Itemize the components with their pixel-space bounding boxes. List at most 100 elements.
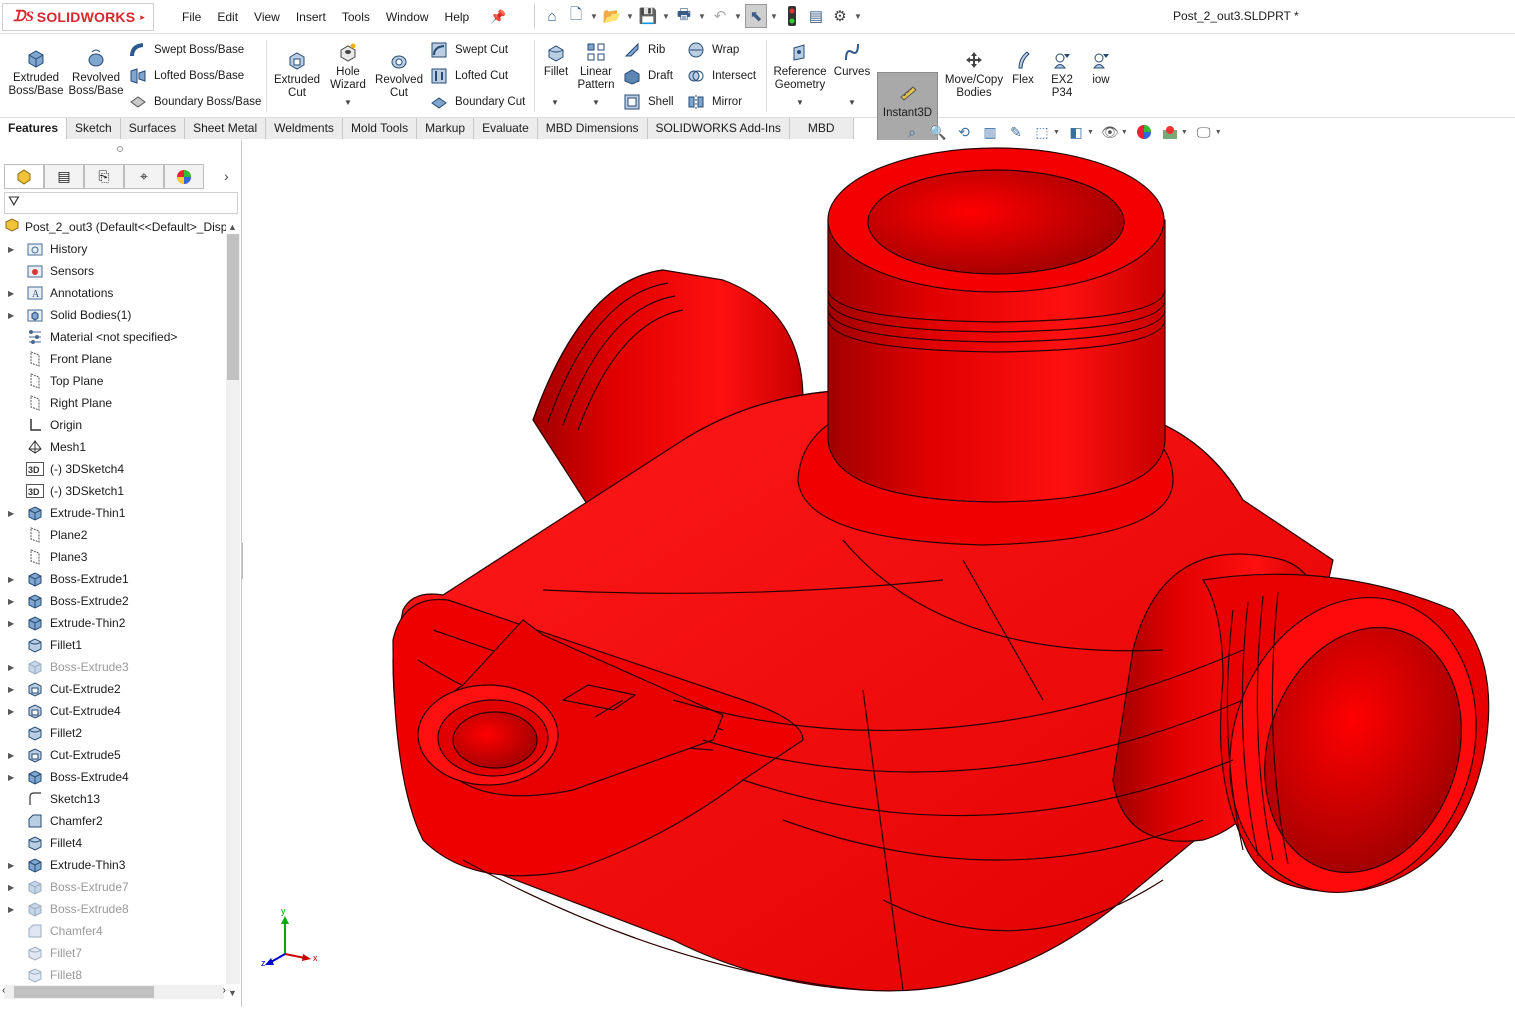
display-style-dropdown-icon[interactable]: ▼ (1087, 129, 1094, 136)
tab-features[interactable]: Features (0, 118, 68, 139)
tab-mbd[interactable]: MBD (789, 118, 854, 139)
boundary-boss-button[interactable]: Boundary Boss/Base (128, 92, 261, 112)
zoom-to-area-icon[interactable]: 🔍 (928, 122, 948, 142)
scroll-left-icon[interactable]: ‹ (2, 985, 5, 996)
open-icon[interactable]: 📂 (601, 4, 623, 28)
tree-item[interactable]: Plane3 (0, 546, 226, 568)
tree-item[interactable]: Sketch13 (0, 788, 226, 810)
dynamic-annotation-icon[interactable]: ✎ (1006, 122, 1026, 142)
scroll-thumb[interactable] (227, 234, 239, 380)
tab-evaluate[interactable]: Evaluate (474, 118, 538, 139)
panel-grip-icon[interactable] (117, 146, 123, 152)
tab-solidworks-addins[interactable]: SOLIDWORKS Add-Ins (647, 118, 790, 139)
tree-item[interactable]: Material <not specified> (0, 326, 226, 348)
tree-item[interactable]: Right Plane (0, 392, 226, 414)
tree-item[interactable]: ▶ A Annotations (0, 282, 226, 304)
pattern-dropdown-icon[interactable]: ▼ (592, 98, 600, 107)
tree-item[interactable]: Mesh1 (0, 436, 226, 458)
tree-item[interactable]: ▶ Solid Bodies(1) (0, 304, 226, 326)
tab-sketch[interactable]: Sketch (67, 118, 121, 139)
scene-dropdown-icon[interactable]: ▼ (1181, 129, 1188, 136)
home-icon[interactable]: ⌂ (541, 4, 563, 28)
select-dropdown-icon[interactable]: ▼ (769, 12, 779, 21)
intersect-button[interactable]: Intersect (686, 66, 756, 86)
tree-root-part[interactable]: Post_2_out3 (Default<<Default>_Display S… (4, 217, 226, 236)
undo-dropdown-icon[interactable]: ▼ (733, 12, 743, 21)
curves-button[interactable]: Curves (830, 40, 874, 79)
tree-item[interactable]: ▶ Cut-Extrude5 (0, 744, 226, 766)
expand-arrow-icon[interactable]: ▶ (8, 245, 14, 254)
boundary-cut-button[interactable]: Boundary Cut (429, 92, 525, 112)
tree-item[interactable]: Plane2 (0, 524, 226, 546)
iow-button[interactable]: iow (1086, 48, 1116, 87)
expand-arrow-icon[interactable]: ▶ (8, 509, 14, 518)
tree-item[interactable]: Fillet8 (0, 964, 226, 986)
fillet-button[interactable]: Fillet (538, 40, 574, 79)
ex2p34-button[interactable]: EX2 P34 (1040, 48, 1084, 100)
expand-arrow-icon[interactable]: ▶ (8, 619, 14, 628)
extruded-cut-button[interactable]: Extruded Cut (268, 48, 326, 100)
menu-tools[interactable]: Tools (334, 10, 378, 24)
tree-vertical-scrollbar[interactable]: ▲ ▼ (226, 222, 240, 998)
reference-geometry-button[interactable]: Reference Geometry (770, 40, 830, 92)
tree-item[interactable]: Origin (0, 414, 226, 436)
tree-item[interactable]: ▶ Boss-Extrude2 (0, 590, 226, 612)
scroll-right-icon[interactable]: › (223, 985, 226, 996)
hole-wizard-dropdown-icon[interactable]: ▼ (344, 98, 352, 107)
tab-mold-tools[interactable]: Mold Tools (342, 118, 418, 139)
zoom-to-fit-icon[interactable]: ⌕ (902, 122, 922, 142)
tree-item[interactable]: Sensors (0, 260, 226, 282)
move-copy-bodies-button[interactable]: Move/Copy Bodies (942, 48, 1006, 100)
swept-cut-button[interactable]: Swept Cut (429, 40, 508, 60)
wrap-button[interactable]: Wrap (686, 40, 739, 60)
menu-view[interactable]: View (246, 10, 288, 24)
tree-item[interactable]: 3D (-) 3DSketch4 (0, 458, 226, 480)
tree-item[interactable]: Fillet4 (0, 832, 226, 854)
tree-item[interactable]: Chamfer2 (0, 810, 226, 832)
scroll-down-icon[interactable]: ▼ (228, 988, 237, 998)
pin-icon[interactable]: 📌 (490, 9, 506, 25)
tree-item[interactable]: ▶ Extrude-Thin1 (0, 502, 226, 524)
print-dropdown-icon[interactable]: ▼ (697, 12, 707, 21)
view-orientation-icon[interactable]: ⬚ (1032, 122, 1052, 142)
extruded-boss-button[interactable]: Extruded Boss/Base (6, 46, 66, 98)
expand-arrow-icon[interactable]: ▶ (8, 289, 14, 298)
new-document-icon[interactable]: 🗋 (565, 4, 587, 28)
tree-item[interactable]: ▶ Boss-Extrude8 (0, 898, 226, 920)
tree-item[interactable]: ▶ History (0, 238, 226, 260)
tree-item[interactable]: Fillet1 (0, 634, 226, 656)
fillet-dropdown-icon[interactable]: ▼ (551, 98, 559, 107)
mirror-button[interactable]: Mirror (686, 92, 742, 112)
panel-more-tabs-icon[interactable]: › (224, 168, 229, 184)
swept-boss-button[interactable]: Swept Boss/Base (128, 40, 244, 60)
expand-arrow-icon[interactable]: ▶ (8, 663, 14, 672)
undo-icon[interactable]: ↶ (709, 4, 731, 28)
tree-item[interactable]: Front Plane (0, 348, 226, 370)
tree-item[interactable]: ▶ Boss-Extrude4 (0, 766, 226, 788)
expand-arrow-icon[interactable]: ▶ (8, 751, 14, 760)
file-properties-icon[interactable]: ▤ (805, 4, 827, 28)
save-dropdown-icon[interactable]: ▼ (661, 12, 671, 21)
scroll-thumb[interactable] (14, 986, 154, 998)
tree-item[interactable]: ▶ Cut-Extrude2 (0, 678, 226, 700)
tree-item[interactable]: Chamfer4 (0, 920, 226, 942)
expand-arrow-icon[interactable]: ▶ (8, 575, 14, 584)
edit-appearance-icon[interactable] (1134, 122, 1154, 142)
rib-button[interactable]: Rib (622, 40, 665, 60)
tab-mbd-dimensions[interactable]: MBD Dimensions (537, 118, 648, 139)
save-icon[interactable]: 💾 (637, 4, 659, 28)
tree-item[interactable]: Fillet7 (0, 942, 226, 964)
flex-button[interactable]: Flex (1008, 48, 1038, 87)
curves-dropdown-icon[interactable]: ▼ (848, 98, 856, 107)
dimxpert-manager-tab-icon[interactable]: ⌖ (124, 164, 164, 189)
expand-arrow-icon[interactable]: ▶ (8, 597, 14, 606)
section-view-icon[interactable]: ▥ (980, 122, 1000, 142)
lofted-cut-button[interactable]: Lofted Cut (429, 66, 508, 86)
hole-wizard-button[interactable]: Hole Wizard (326, 40, 370, 92)
rebuild-icon[interactable] (781, 4, 803, 28)
tree-item[interactable]: ▶ Extrude-Thin3 (0, 854, 226, 876)
part-model[interactable] (243, 140, 1515, 1007)
previous-view-icon[interactable]: ⟲ (954, 122, 974, 142)
revolved-cut-button[interactable]: Revolved Cut (372, 48, 426, 100)
menu-insert[interactable]: Insert (288, 10, 334, 24)
